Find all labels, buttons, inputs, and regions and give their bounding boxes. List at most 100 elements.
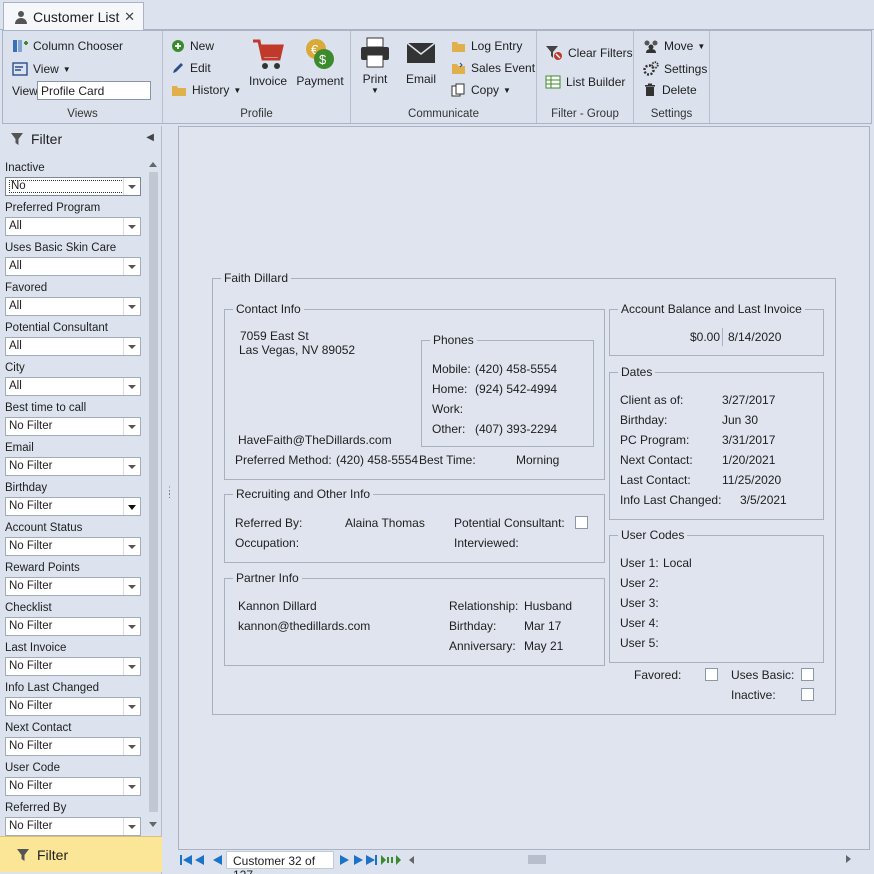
filter-select-preferred-program[interactable]: All [5, 217, 141, 236]
printer-icon [361, 37, 389, 68]
nav-next-last-icons[interactable] [338, 854, 418, 866]
recruiting-title: Recruiting and Other Info [233, 487, 374, 501]
chevron-down-icon[interactable] [123, 298, 140, 315]
new-button[interactable]: New [171, 39, 214, 53]
tab-customer-list[interactable]: Customer List ✕ [3, 2, 144, 31]
splitter-grip-icon[interactable]: ⋮ ⋮ [165, 486, 174, 506]
chevron-down-icon[interactable] [123, 338, 140, 355]
view-name-input[interactable]: Profile Card [37, 81, 151, 100]
collapse-panel-icon[interactable]: ◀ [146, 132, 154, 143]
filter-select-checklist[interactable]: No Filter [5, 617, 141, 636]
chevron-down-icon[interactable] [123, 378, 140, 395]
filter-select-last-invoice[interactable]: No Filter [5, 657, 141, 676]
filter-select-best-time-to-call[interactable]: No Filter [5, 417, 141, 436]
contact-info-group: Contact Info 7059 East St Las Vegas, NV … [224, 302, 605, 480]
filter-value: No Filter [9, 580, 53, 592]
list-builder-button[interactable]: List Builder [545, 75, 625, 89]
account-balance-group: Account Balance and Last Invoice $0.00 8… [609, 302, 824, 356]
copy-icon [451, 83, 465, 97]
settings-button[interactable]: Settings [643, 61, 707, 76]
filter-select-referred-by[interactable]: No Filter [5, 817, 141, 836]
filter-select-uses-basic-skin-care[interactable]: All [5, 257, 141, 276]
scroll-up-icon[interactable] [149, 162, 157, 167]
filter-label-referred-by: Referred By [5, 802, 67, 814]
user-code-label: User 5: [620, 636, 659, 650]
filter-value: No Filter [9, 820, 53, 832]
filter-select-city[interactable]: All [5, 377, 141, 396]
mobile-label: Mobile: [432, 362, 471, 376]
chevron-down-icon[interactable] [123, 418, 140, 435]
nav-first-prev-icons[interactable] [180, 854, 224, 866]
date-value: 3/31/2017 [722, 433, 776, 447]
chevron-down-icon: ▼ [371, 86, 379, 95]
chevron-down-icon: ▼ [697, 41, 706, 51]
chevron-down-icon[interactable] [123, 698, 140, 715]
chevron-down-icon[interactable] [123, 618, 140, 635]
scroll-down-icon[interactable] [149, 822, 157, 827]
user-code-label: User 1: [620, 556, 659, 570]
filter-select-inactive[interactable]: No [5, 177, 141, 196]
date-label: Client as of: [620, 393, 684, 407]
print-button[interactable]: Print ▼ [357, 37, 393, 95]
scroll-right-icon[interactable] [846, 855, 851, 863]
move-dropdown-button[interactable]: Move ▼ [643, 39, 705, 53]
column-chooser-button[interactable]: Column Chooser [12, 39, 123, 53]
copy-dropdown-button[interactable]: Copy ▼ [451, 83, 511, 97]
filter-select-potential-consultant[interactable]: All [5, 337, 141, 356]
filter-panel-footer-button[interactable]: Filter [0, 836, 162, 872]
filter-select-info-last-changed[interactable]: No Filter [5, 697, 141, 716]
filter-select-birthday[interactable]: No Filter [5, 497, 141, 516]
record-position-box[interactable]: Customer 32 of 127 [226, 851, 334, 874]
inactive-checkbox[interactable] [801, 688, 814, 701]
payment-button[interactable]: € $ Payment [295, 37, 345, 88]
filter-select-favored[interactable]: All [5, 297, 141, 316]
favored-checkbox[interactable] [705, 668, 718, 681]
preferred-method-label: Preferred Method: [235, 453, 332, 467]
close-tab-icon[interactable]: ✕ [124, 9, 135, 25]
filter-panel-header: Filter ◀ [0, 126, 162, 152]
card-horizontal-scrollbar[interactable] [422, 853, 852, 866]
clear-filters-button[interactable]: Clear Filters [545, 45, 633, 61]
scrollbar-thumb[interactable] [149, 172, 158, 812]
view-field-label: View [12, 84, 38, 98]
last-invoice-date: 8/14/2020 [728, 330, 782, 344]
user-codes-title: User Codes [618, 528, 688, 542]
chevron-down-icon[interactable] [123, 578, 140, 595]
sales-event-button[interactable]: Sales Event [451, 61, 535, 75]
address-line-1: 7059 East St [240, 329, 309, 343]
uses-basic-checkbox[interactable] [801, 668, 814, 681]
email-button[interactable]: Email [401, 37, 441, 86]
chevron-down-icon[interactable] [123, 538, 140, 555]
sales-event-icon [452, 62, 465, 74]
chevron-down-icon[interactable] [123, 778, 140, 795]
invoice-button[interactable]: Invoice [247, 37, 289, 88]
filter-select-account-status[interactable]: No Filter [5, 537, 141, 556]
chevron-down-icon[interactable] [123, 738, 140, 755]
edit-button[interactable]: Edit [171, 61, 211, 75]
chevron-down-icon[interactable] [123, 178, 140, 195]
view-dropdown-button[interactable]: View ▼ [12, 62, 71, 76]
delete-button[interactable]: Delete [643, 83, 697, 97]
log-entry-button[interactable]: Log Entry [451, 39, 522, 53]
chevron-down-icon[interactable] [123, 818, 140, 835]
folder-icon [172, 85, 186, 96]
chevron-down-icon[interactable] [123, 458, 140, 475]
chevron-down-icon[interactable] [123, 258, 140, 275]
other-phone: (407) 393-2294 [475, 422, 558, 436]
trash-icon [645, 83, 655, 96]
user-codes-group: User Codes User 1: Local User 2: User 3: Use… [609, 528, 824, 663]
history-dropdown-button[interactable]: History ▼ [171, 83, 241, 97]
filter-select-email[interactable]: No Filter [5, 457, 141, 476]
filter-select-user-code[interactable]: No Filter [5, 777, 141, 796]
chevron-down-icon[interactable] [123, 498, 140, 515]
filter-scrollbar[interactable] [148, 160, 159, 830]
scrollbar-thumb[interactable] [528, 855, 546, 864]
chevron-down-icon[interactable] [123, 218, 140, 235]
user-code-label: User 4: [620, 616, 659, 630]
chevron-down-icon[interactable] [123, 658, 140, 675]
potential-consultant-checkbox[interactable] [575, 516, 588, 529]
filter-value: No Filter [9, 740, 53, 752]
uses-basic-label: Uses Basic: [731, 668, 795, 682]
filter-select-reward-points[interactable]: No Filter [5, 577, 141, 596]
filter-select-next-contact[interactable]: No Filter [5, 737, 141, 756]
